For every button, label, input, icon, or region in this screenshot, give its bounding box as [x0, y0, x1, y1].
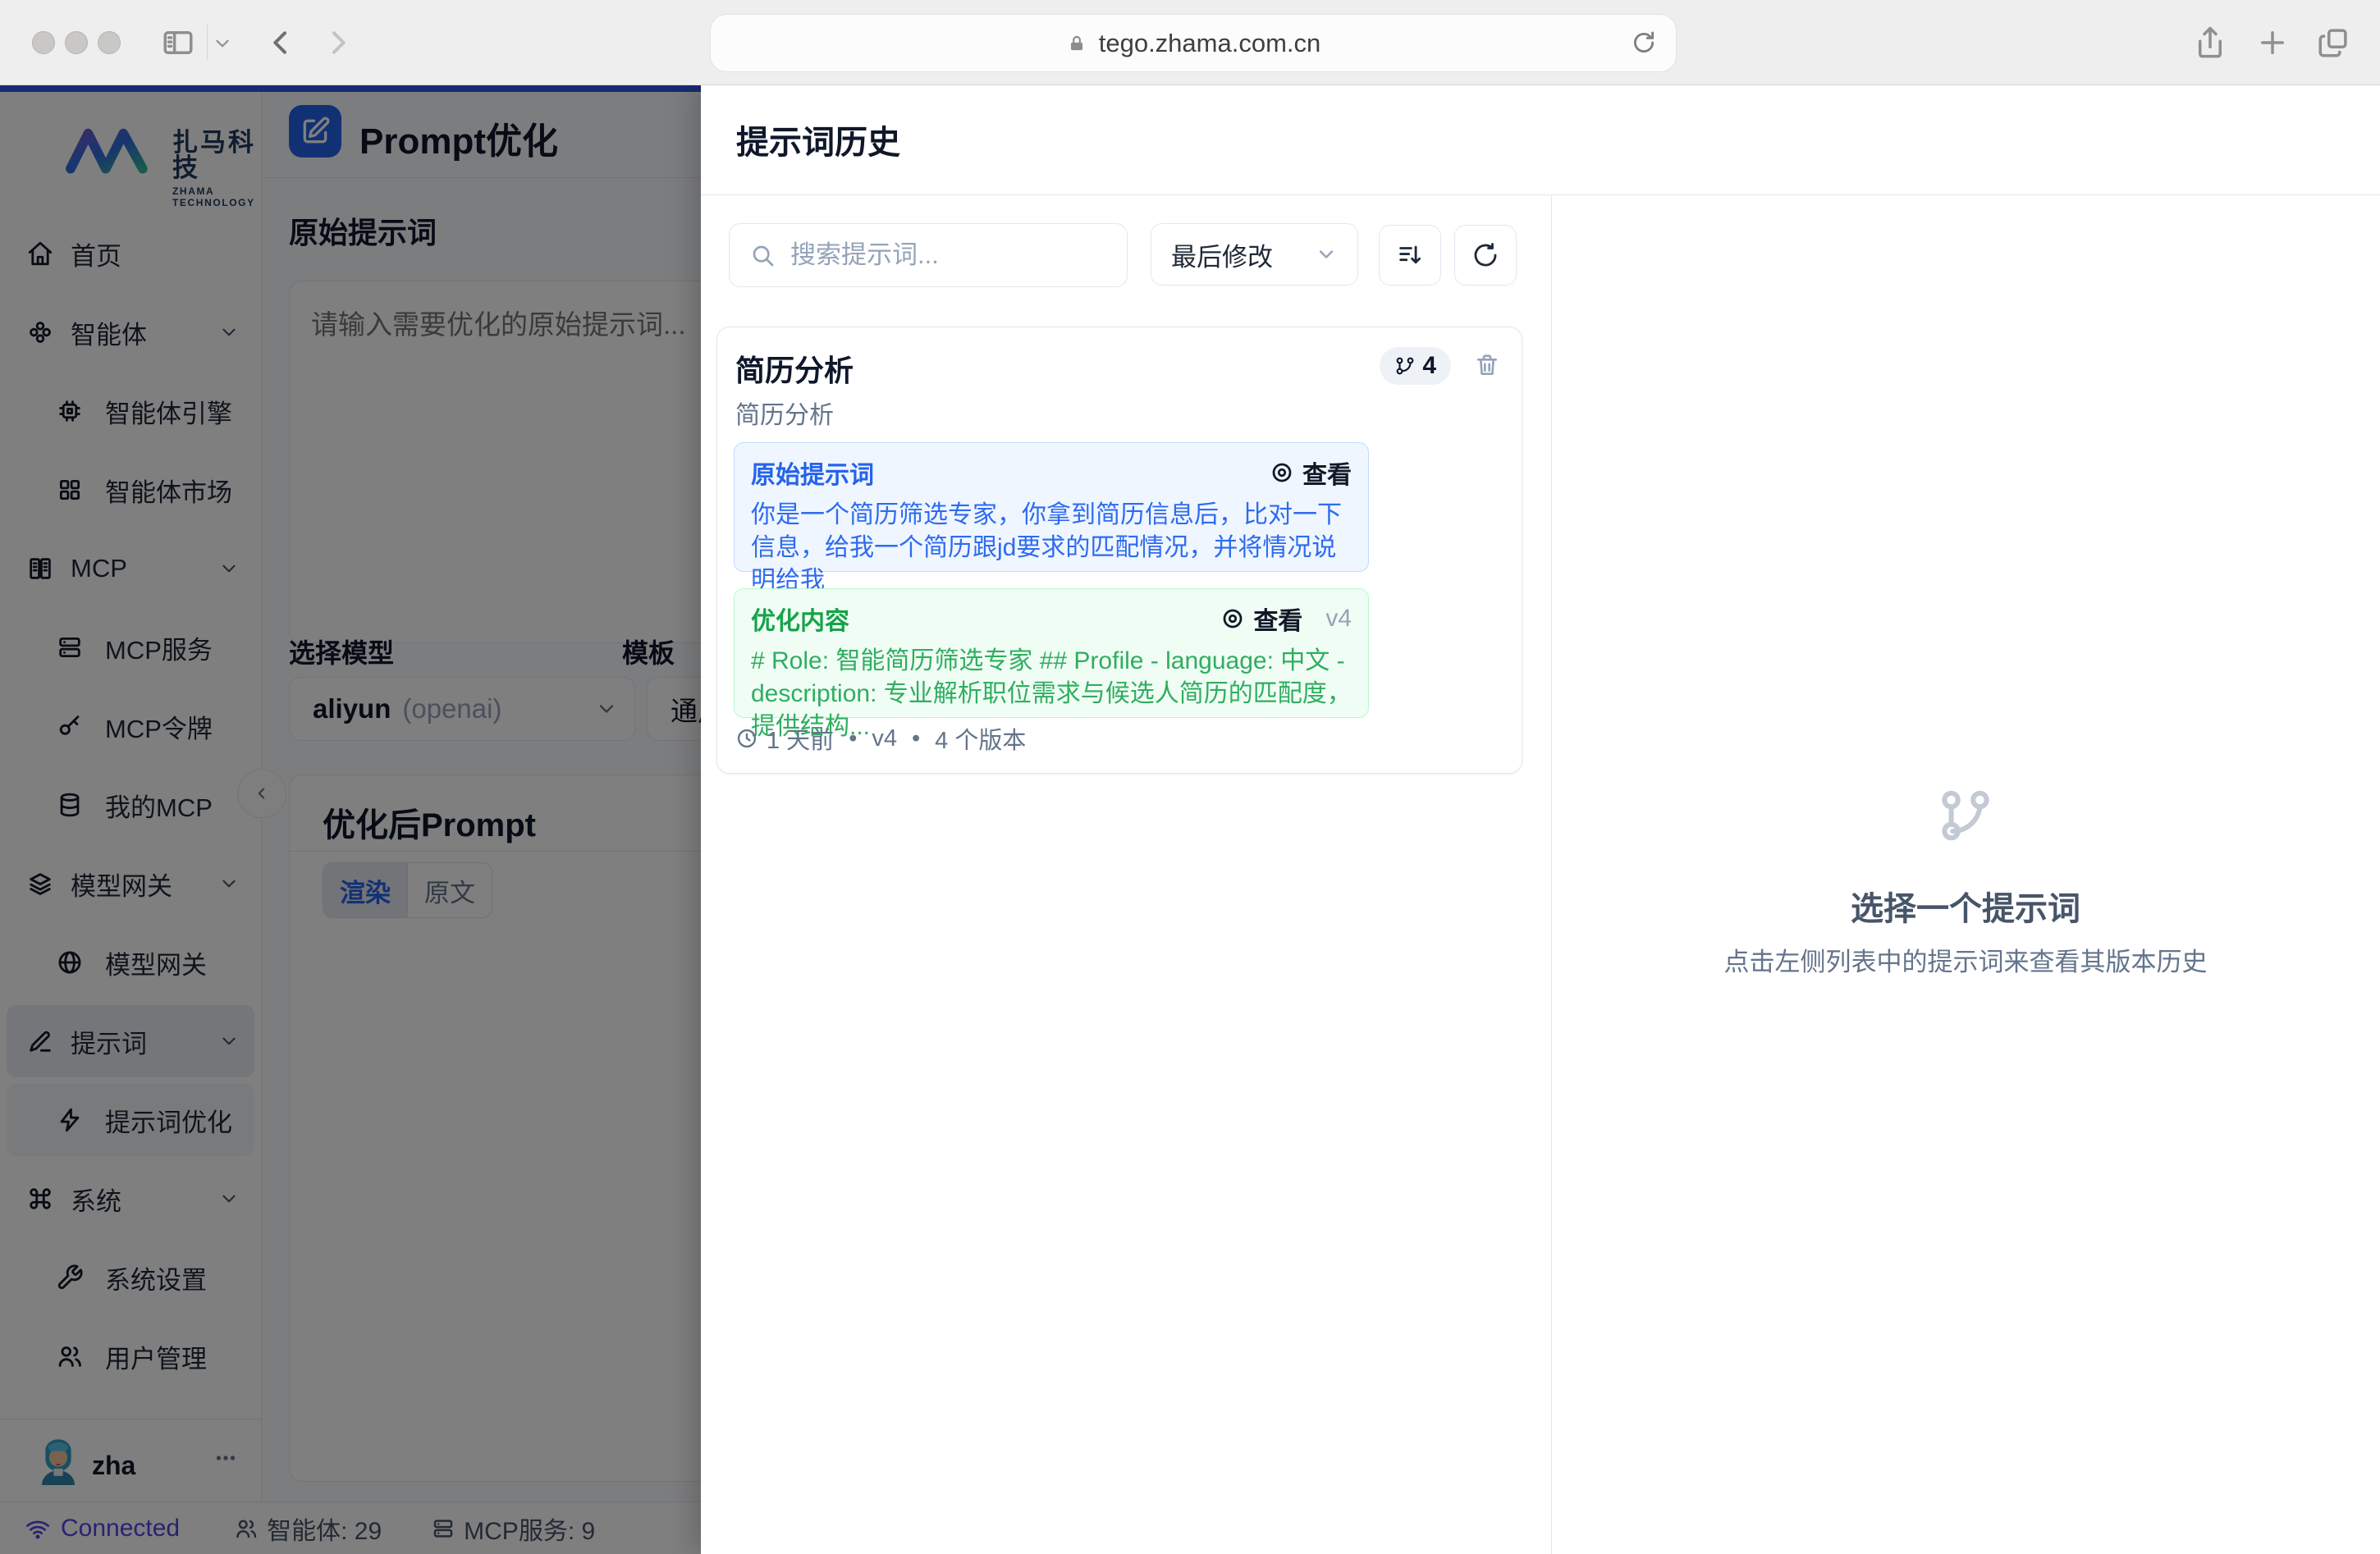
- delete-prompt-button[interactable]: [1474, 352, 1500, 378]
- lock-icon: [1066, 33, 1087, 54]
- dot-separator: •: [849, 724, 858, 752]
- view-label: 查看: [1253, 608, 1303, 635]
- eye-icon: [1270, 460, 1294, 485]
- window-zoom-button[interactable]: [98, 31, 121, 54]
- chevron-down-icon: [1315, 243, 1338, 266]
- prompt-subtitle: 简历分析: [735, 402, 834, 429]
- version-count-badge: 4: [1380, 347, 1451, 385]
- optimized-content-box: 优化内容 查看 v4 # Role: 智能简历筛选专家 ## Profile -…: [734, 588, 1369, 740]
- sort-direction-button[interactable]: [1379, 225, 1441, 286]
- back-button[interactable]: [264, 26, 297, 59]
- url-bar[interactable]: tego.zhama.com.cn: [710, 14, 1677, 72]
- tab-overview-button[interactable]: [2316, 25, 2350, 60]
- refresh-button[interactable]: [1454, 225, 1517, 286]
- version-detail-empty-state: 选择一个提示词 点击左侧列表中的提示词来查看其版本历史: [1551, 85, 2380, 1554]
- sort-order-select[interactable]: 最后修改: [1151, 223, 1358, 286]
- modal-dim-overlay[interactable]: [0, 85, 701, 1554]
- search-icon: [749, 242, 776, 268]
- last-modified: 1 天前: [767, 728, 835, 754]
- prompt-list-item[interactable]: 简历分析 4 简历分析 原始提示词 查看 你是一个简历筛选专家，你拿到简历信息后…: [716, 327, 1522, 774]
- browser-chrome: tego.zhama.com.cn: [0, 0, 2380, 85]
- prompt-title: 简历分析: [735, 354, 854, 387]
- search-input[interactable]: [789, 240, 1087, 271]
- reload-button[interactable]: [1630, 29, 1658, 57]
- view-original-button[interactable]: 查看: [1270, 455, 1352, 491]
- eye-icon: [1220, 606, 1245, 631]
- window-minimize-button[interactable]: [65, 31, 88, 54]
- screen: 扎马科技 ZHAMA TECHNOLOGY 首页 智能体 智能体引擎 智能体市场: [0, 0, 2380, 1554]
- original-prompt-box: 原始提示词 查看 你是一个简历筛选专家，你拿到简历信息后，比对一下信息，给我一个…: [734, 442, 1369, 594]
- chrome-separator: [207, 25, 208, 61]
- sort-order-value: 最后修改: [1171, 242, 1273, 272]
- empty-state-title: 选择一个提示词: [1851, 891, 2080, 927]
- view-label: 查看: [1302, 462, 1352, 489]
- panel-title: 提示词历史: [736, 125, 900, 161]
- prompt-history-panel: 提示词历史 最后修改 简历分析 4: [701, 85, 2380, 1554]
- share-button[interactable]: [2193, 25, 2227, 60]
- empty-state-subtitle: 点击左侧列表中的提示词来查看其版本历史: [1723, 948, 2208, 976]
- branch-icon: [1934, 784, 1997, 847]
- new-tab-button[interactable]: [2255, 25, 2290, 60]
- clock-icon: [735, 727, 758, 750]
- view-optimized-button[interactable]: 查看: [1220, 601, 1302, 637]
- prompt-meta-footer: 1 天前 • v4 • 4 个版本: [735, 721, 1026, 756]
- optimized-box-label: 优化内容: [751, 608, 849, 635]
- sidebar-toggle-button[interactable]: [161, 25, 195, 60]
- original-box-label: 原始提示词: [751, 462, 874, 489]
- forward-button[interactable]: [322, 26, 355, 59]
- search-box: [729, 223, 1128, 287]
- version-count: 4: [1422, 352, 1436, 379]
- original-box-text: 你是一个简历筛选专家，你拿到简历信息后，比对一下信息，给我一个简历跟jd要求的匹…: [751, 501, 1342, 594]
- sort-desc-icon: [1396, 241, 1424, 269]
- dot-separator: •: [911, 724, 921, 752]
- current-version: v4: [872, 724, 897, 752]
- version-tag: v4: [1325, 605, 1352, 632]
- refresh-icon: [1471, 241, 1499, 269]
- sidebar-chevron-button[interactable]: [212, 33, 233, 54]
- url-text: tego.zhama.com.cn: [1098, 28, 1321, 57]
- versions-total: 4 个版本: [935, 728, 1027, 754]
- window-close-button[interactable]: [32, 31, 55, 54]
- branch-icon: [1394, 355, 1416, 377]
